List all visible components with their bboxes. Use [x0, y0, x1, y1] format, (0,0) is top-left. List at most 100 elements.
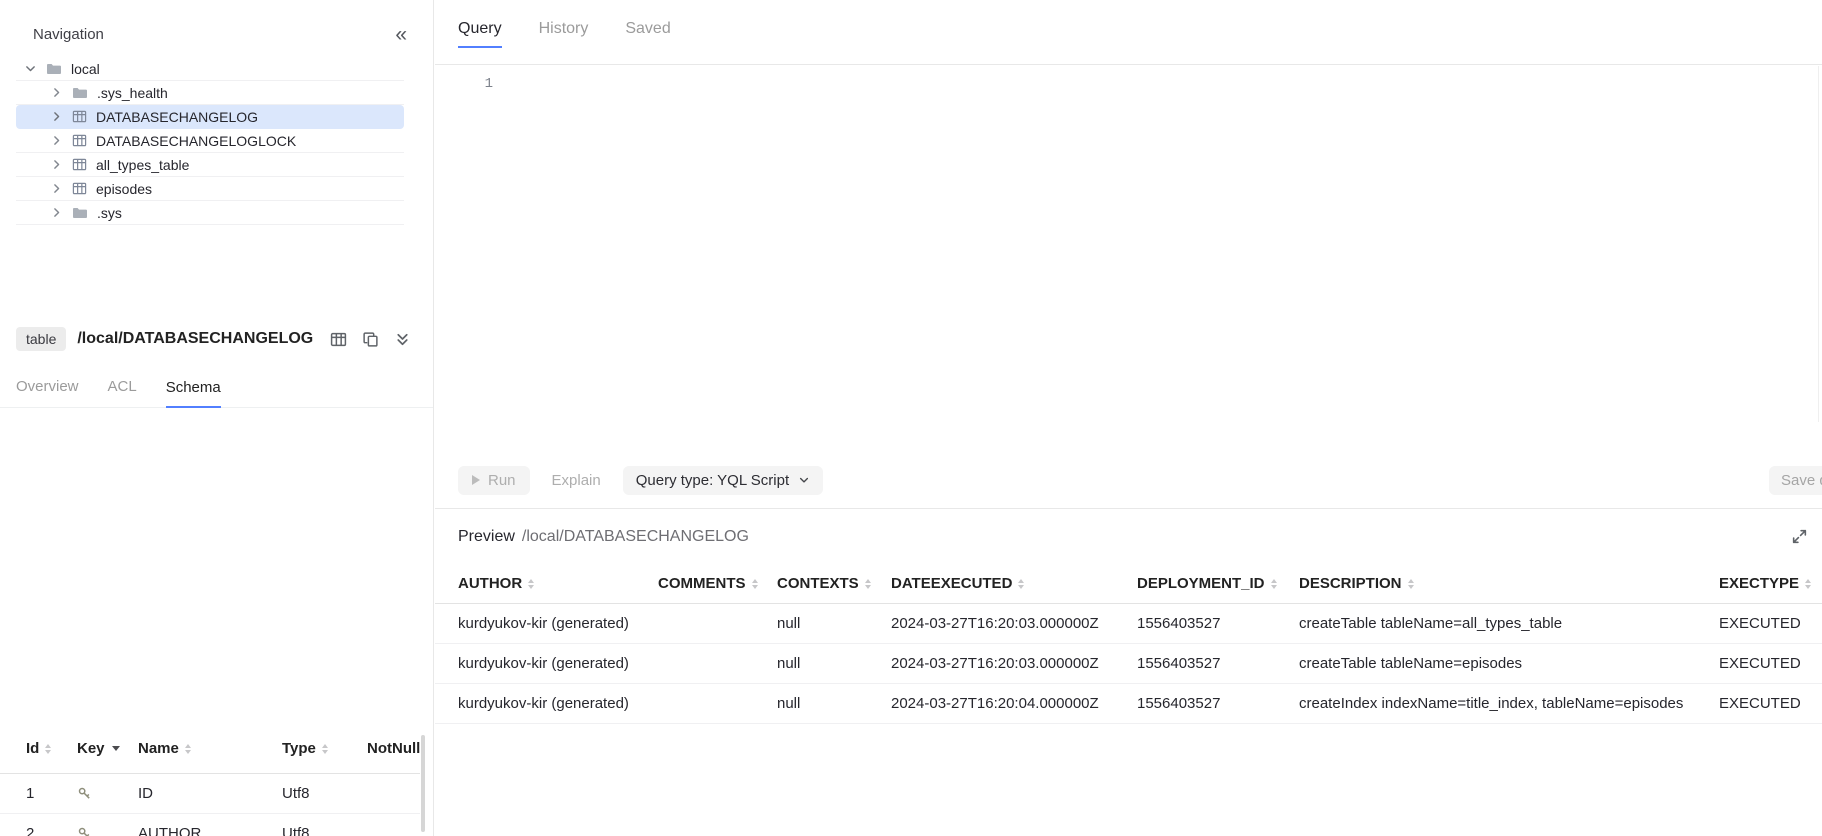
cell-contexts: null [777, 655, 891, 672]
navigation-tree: local .sys_health DATABASECHANGELOG [0, 57, 433, 225]
tree-item-databasechangelog[interactable]: DATABASECHANGELOG [16, 105, 404, 129]
sort-icon [1408, 579, 1414, 589]
chevron-right-icon[interactable] [50, 110, 63, 123]
column-label: Type [282, 740, 316, 757]
sort-icon [752, 579, 758, 589]
explain-button[interactable]: Explain [548, 466, 605, 495]
cell-name: ID [138, 785, 282, 802]
query-controls: Run Explain Query type: YQL Script Save … [435, 452, 1822, 509]
cell-author: kurdyukov-kir (generated) [458, 655, 658, 672]
folder-icon [46, 61, 62, 77]
preview-col-contexts[interactable]: CONTEXTS [777, 575, 891, 592]
preview-col-description[interactable]: DESCRIPTION [1299, 575, 1719, 592]
fullscreen-icon[interactable] [1791, 528, 1808, 545]
table-icon [72, 109, 87, 124]
sort-icon [322, 744, 328, 754]
tree-item-label: DATABASECHANGELOGLOCK [96, 133, 296, 149]
column-label: EXECTYPE [1719, 575, 1799, 592]
chevron-right-icon[interactable] [50, 182, 63, 195]
tree-item-episodes[interactable]: episodes [16, 177, 404, 201]
cell-description: createTable tableName=all_types_table [1299, 615, 1719, 632]
tree-item-sys-health[interactable]: .sys_health [16, 81, 404, 105]
query-tabs: Query History Saved [435, 0, 1822, 65]
sort-icon [1271, 579, 1277, 589]
column-label: CONTEXTS [777, 575, 859, 592]
sort-icon [185, 744, 191, 754]
column-label: Id [26, 740, 39, 757]
cell-dateexecuted: 2024-03-27T16:20:03.000000Z [891, 655, 1137, 672]
object-tabs: Overview ACL Schema [0, 362, 433, 408]
tab-query[interactable]: Query [458, 20, 502, 48]
schema-col-id[interactable]: Id [26, 740, 77, 757]
object-summary-panel: table /local/DATABASECHANGELOG Overview … [0, 316, 433, 836]
column-label: DEPLOYMENT_ID [1137, 575, 1265, 592]
schema-row: 2 AUTHOR Utf8 [0, 814, 420, 836]
chevron-right-icon[interactable] [50, 158, 63, 171]
chevron-right-icon[interactable] [50, 86, 63, 99]
navigation-panel: Navigation « local .sys_health [0, 0, 434, 836]
preview-col-comments[interactable]: COMMENTS [658, 575, 777, 592]
tab-overview[interactable]: Overview [16, 378, 79, 407]
editor-scrollbar[interactable] [1818, 66, 1819, 422]
save-query-button[interactable]: Save query [1769, 466, 1822, 495]
preview-table-header: AUTHOR COMMENTS CONTEXTS DATEEXECUTED DE… [435, 564, 1822, 604]
chevron-right-icon[interactable] [50, 206, 63, 219]
query-editor[interactable]: 1 [435, 66, 1822, 452]
preview-title: Preview [458, 528, 515, 546]
preview-row: kurdyukov-kir (generated) null 2024-03-2… [435, 644, 1822, 684]
chevron-right-icon[interactable] [50, 134, 63, 147]
column-label: Key [77, 740, 105, 757]
query-type-dropdown[interactable]: Query type: YQL Script [623, 466, 823, 495]
preview-row: kurdyukov-kir (generated) null 2024-03-2… [435, 604, 1822, 644]
preview-col-dateexecuted[interactable]: DATEEXECUTED [891, 575, 1137, 592]
schema-scrollbar[interactable] [421, 735, 425, 832]
table-icon [72, 181, 87, 196]
sort-icon [528, 579, 534, 589]
cell-description: createIndex indexName=title_index, table… [1299, 695, 1719, 712]
collapse-panel-icon[interactable]: « [395, 28, 407, 42]
preview-path: /local/DATABASECHANGELOG [522, 528, 749, 546]
cell-description: createTable tableName=episodes [1299, 655, 1719, 672]
schema-table: Id Key Name Type NotNull 1 ID Utf8 2 AUT… [0, 724, 420, 836]
cell-dateexecuted: 2024-03-27T16:20:04.000000Z [891, 695, 1137, 712]
folder-icon [72, 205, 88, 221]
tab-acl[interactable]: ACL [108, 378, 137, 407]
column-label: DATEEXECUTED [891, 575, 1012, 592]
cell-id: 2 [26, 825, 77, 836]
cell-deployment-id: 1556403527 [1137, 615, 1299, 632]
tree-item-label: DATABASECHANGELOG [96, 109, 258, 125]
tree-item-local[interactable]: local [16, 57, 404, 81]
preview-col-author[interactable]: AUTHOR [458, 575, 658, 592]
dropdown-caret-icon [112, 746, 120, 751]
tab-saved[interactable]: Saved [625, 20, 670, 46]
column-label: Name [138, 740, 179, 757]
preview-col-deployment-id[interactable]: DEPLOYMENT_ID [1137, 575, 1299, 592]
schema-col-type[interactable]: Type [282, 740, 367, 757]
sort-icon [1805, 579, 1811, 589]
preview-col-exectype[interactable]: EXECTYPE [1719, 575, 1822, 592]
tab-schema[interactable]: Schema [166, 379, 221, 408]
open-preview-icon[interactable] [330, 331, 347, 348]
cell-exectype: EXECUTED [1719, 615, 1822, 632]
tree-item-label: local [71, 61, 100, 77]
tree-item-sys[interactable]: .sys [16, 201, 404, 225]
tree-item-all-types-table[interactable]: all_types_table [16, 153, 404, 177]
preview-row: kurdyukov-kir (generated) null 2024-03-2… [435, 684, 1822, 724]
tree-item-label: .sys [97, 205, 122, 221]
cell-dateexecuted: 2024-03-27T16:20:03.000000Z [891, 615, 1137, 632]
sort-icon [1018, 579, 1024, 589]
key-icon [77, 786, 138, 801]
run-button[interactable]: Run [458, 466, 530, 495]
chevron-down-icon [798, 474, 810, 486]
cell-author: kurdyukov-kir (generated) [458, 695, 658, 712]
collapse-summary-icon[interactable] [394, 331, 411, 348]
tree-item-databasechangeloglock[interactable]: DATABASECHANGELOGLOCK [16, 129, 404, 153]
schema-col-notnull[interactable]: NotNull [367, 740, 420, 757]
schema-col-name[interactable]: Name [138, 740, 282, 757]
schema-col-key[interactable]: Key [77, 740, 138, 757]
tab-history[interactable]: History [539, 20, 589, 46]
copy-path-icon[interactable] [362, 331, 379, 348]
chevron-down-icon[interactable] [24, 62, 37, 75]
schema-table-header: Id Key Name Type NotNull [0, 724, 420, 774]
folder-icon [72, 85, 88, 101]
